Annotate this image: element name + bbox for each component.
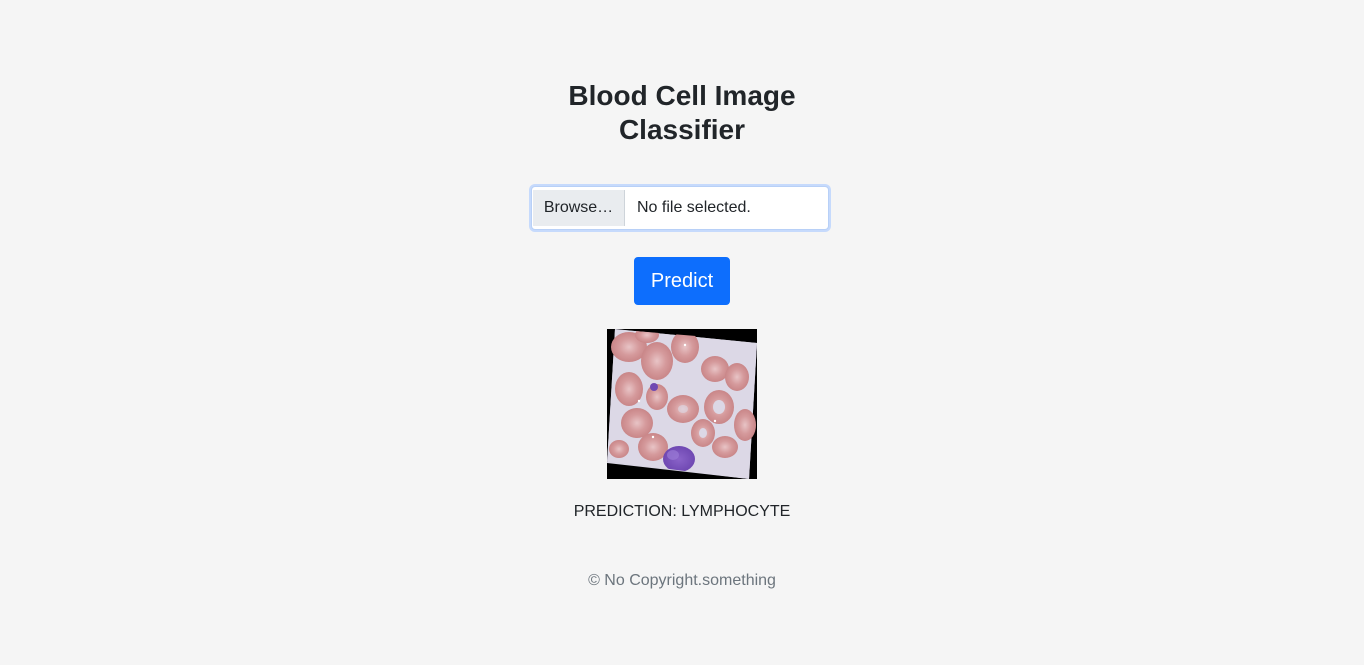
browse-button[interactable]: Browse… [533, 190, 625, 226]
blood-cell-image [607, 329, 757, 479]
file-upload-input[interactable]: Browse… No file selected. [531, 186, 829, 230]
prediction-result: PREDICTION: LYMPHOCYTE [573, 503, 791, 520]
page-root: Blood Cell Image Classifier Browse… No f… [0, 0, 1364, 665]
footer-copyright: © No Copyright.something [588, 572, 776, 589]
file-upload-inner: Browse… No file selected. [533, 190, 827, 226]
predict-button[interactable]: Predict [634, 257, 730, 305]
page-title: Blood Cell Image Classifier [568, 80, 796, 145]
file-status-text: No file selected. [637, 199, 751, 216]
blood-cell-preview-image [607, 329, 757, 479]
